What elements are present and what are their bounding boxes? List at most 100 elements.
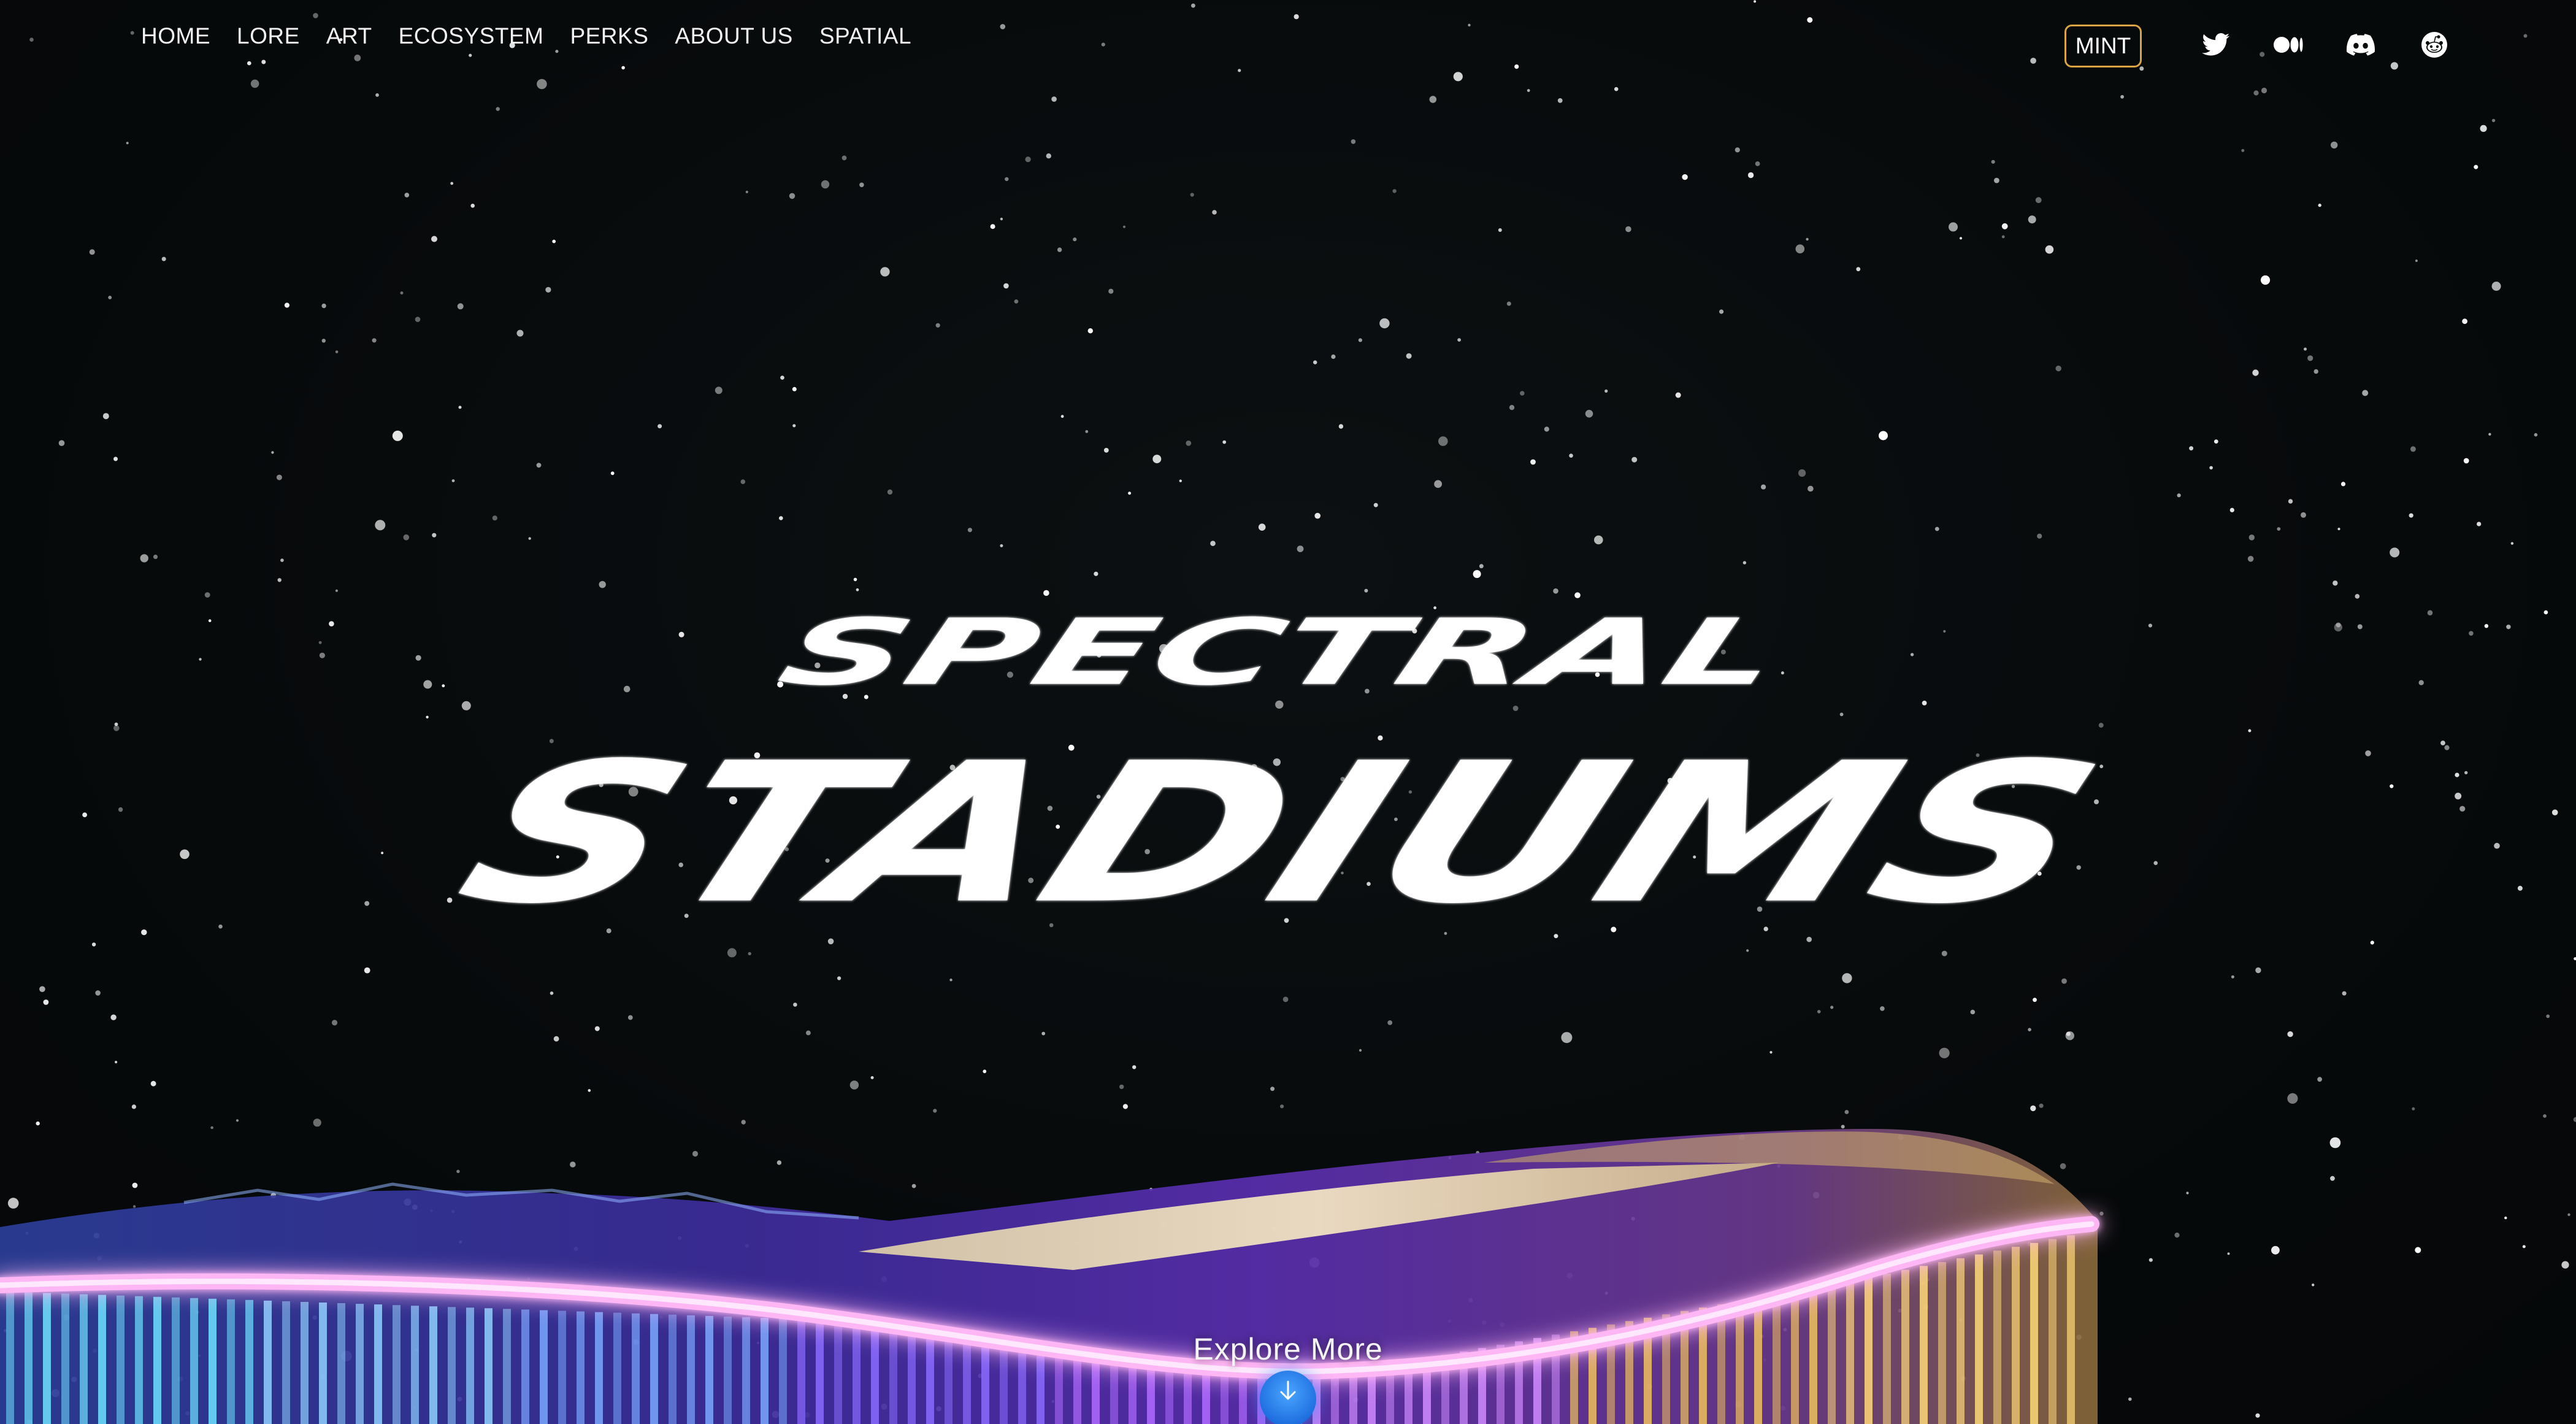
star xyxy=(110,1014,117,1020)
star xyxy=(1898,1309,1902,1313)
star xyxy=(1333,1382,1337,1387)
medium-link[interactable] xyxy=(2271,27,2306,63)
star xyxy=(779,516,783,520)
star xyxy=(2261,87,2267,94)
star xyxy=(1051,96,1057,102)
star xyxy=(594,1026,600,1031)
star xyxy=(1473,570,1481,579)
star xyxy=(2494,842,2500,849)
star xyxy=(2546,1014,2550,1018)
star xyxy=(792,424,796,428)
star xyxy=(1379,318,1390,329)
star xyxy=(870,1076,874,1079)
star xyxy=(729,796,737,805)
star xyxy=(1604,1291,1608,1295)
star xyxy=(1152,455,1162,464)
star xyxy=(2094,799,2099,804)
star xyxy=(1574,592,1581,598)
star xyxy=(610,471,615,475)
star xyxy=(442,684,445,688)
explore-more-label[interactable]: Explore More xyxy=(1135,1331,1441,1367)
star xyxy=(1046,153,1052,159)
star xyxy=(1594,535,1603,545)
star xyxy=(1590,641,1595,646)
nav-about-us[interactable]: ABOUT US xyxy=(675,23,792,49)
star xyxy=(1839,712,1844,717)
star xyxy=(1498,228,1502,232)
star xyxy=(270,1193,277,1199)
star xyxy=(2390,547,2400,558)
star xyxy=(588,1089,591,1092)
star xyxy=(2455,772,2459,777)
nav-art[interactable]: ART xyxy=(326,23,372,49)
star xyxy=(140,554,148,563)
star xyxy=(2287,1031,2293,1037)
star xyxy=(1331,354,1336,360)
star xyxy=(2534,433,2538,437)
star xyxy=(375,93,379,97)
discord-link[interactable] xyxy=(2343,27,2379,63)
star xyxy=(2252,369,2259,376)
star xyxy=(1898,1134,1904,1141)
star xyxy=(949,764,956,771)
star xyxy=(1763,926,1768,931)
star xyxy=(1869,1261,1876,1268)
star xyxy=(71,1376,77,1382)
star xyxy=(1406,353,1412,359)
star xyxy=(354,55,361,61)
star xyxy=(1353,1397,1359,1403)
star xyxy=(1530,459,1536,465)
star xyxy=(313,1118,321,1127)
star xyxy=(1436,1201,1441,1206)
star xyxy=(2312,1284,2315,1287)
star xyxy=(247,61,251,66)
star xyxy=(1920,1281,1925,1285)
star xyxy=(1238,69,1241,72)
star xyxy=(2030,1105,2036,1112)
nav-home[interactable]: HOME xyxy=(141,23,210,49)
star xyxy=(1468,23,1471,27)
star xyxy=(1747,172,1754,179)
star xyxy=(1595,672,1600,677)
star xyxy=(1760,1334,1764,1339)
star xyxy=(1132,1065,1137,1069)
star xyxy=(1108,288,1114,294)
star xyxy=(1806,936,1812,942)
mint-button[interactable]: MINT xyxy=(2064,25,2142,67)
explore-more-button[interactable] xyxy=(1260,1371,1316,1424)
twitter-link[interactable] xyxy=(2198,27,2234,63)
star xyxy=(2037,533,2042,539)
star xyxy=(1557,98,1563,103)
star xyxy=(1025,156,1031,163)
discord-icon xyxy=(2347,34,2375,56)
star xyxy=(2410,446,2416,452)
star xyxy=(2522,1245,2526,1249)
star xyxy=(250,79,259,88)
star xyxy=(1991,160,1995,164)
star xyxy=(1457,338,1462,342)
star xyxy=(599,782,604,787)
reddit-link[interactable] xyxy=(2417,27,2452,63)
star xyxy=(1662,855,1665,858)
nav-lore[interactable]: LORE xyxy=(237,23,300,49)
nav-spatial[interactable]: SPATIAL xyxy=(819,23,911,49)
star xyxy=(1412,628,1417,634)
star xyxy=(447,897,453,903)
nav-ecosystem[interactable]: ECOSYSTEM xyxy=(399,23,544,49)
star xyxy=(1755,161,1760,166)
star xyxy=(1959,237,1963,240)
star xyxy=(1795,244,1805,254)
star xyxy=(2484,624,2489,628)
star xyxy=(2488,433,2491,436)
star xyxy=(2390,784,2394,788)
star xyxy=(197,1354,201,1357)
star xyxy=(1179,479,1183,482)
star xyxy=(748,952,751,956)
star xyxy=(208,619,212,622)
star xyxy=(470,204,475,208)
star xyxy=(555,50,559,53)
star xyxy=(1338,424,1344,429)
nav-perks[interactable]: PERKS xyxy=(570,23,648,49)
star xyxy=(549,739,554,744)
star xyxy=(2139,66,2144,71)
